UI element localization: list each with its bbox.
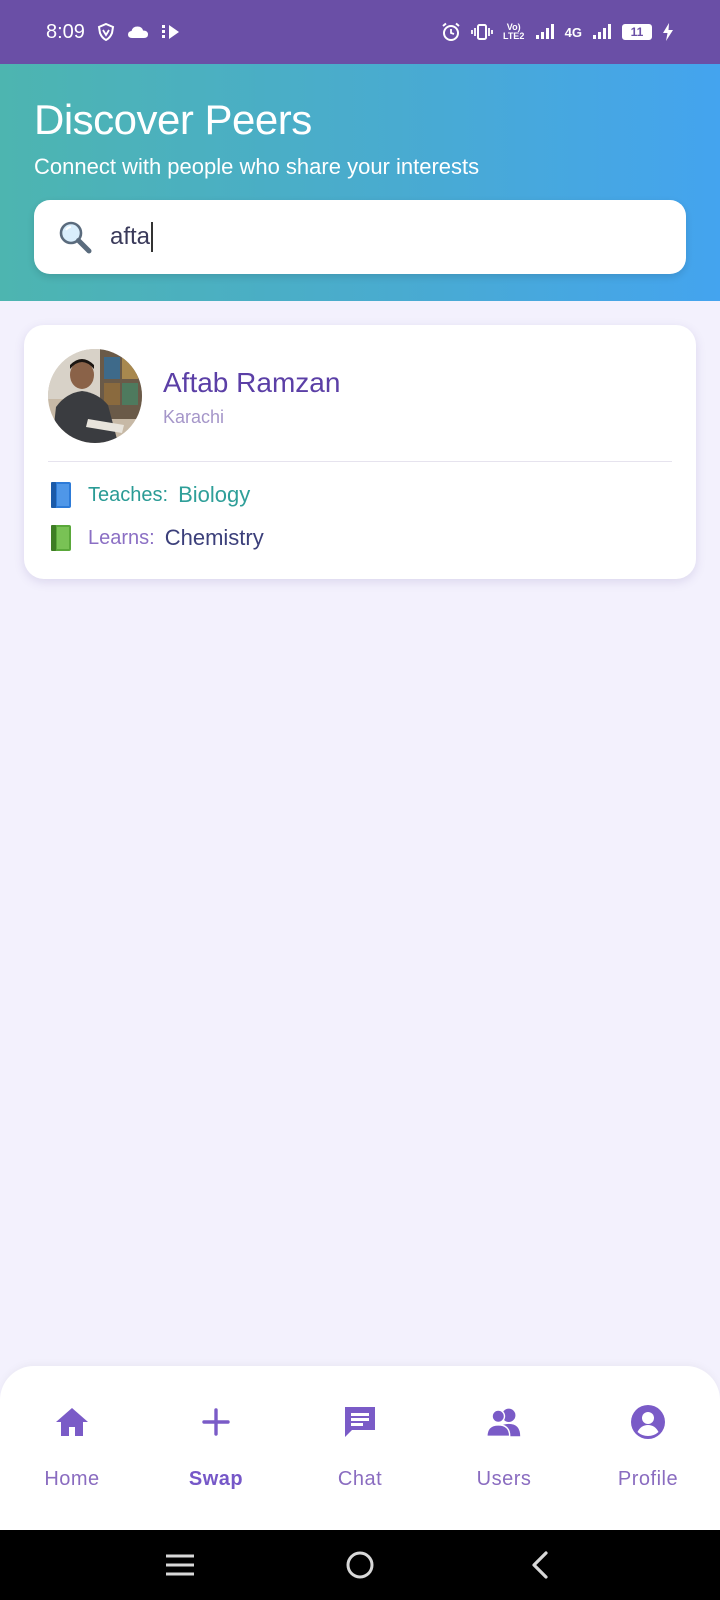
card-divider: [48, 461, 672, 462]
volte-label: Vo) LTE2: [502, 22, 525, 41]
search-box[interactable]: afta: [34, 200, 686, 274]
nav-home-label: Home: [44, 1468, 100, 1490]
signal-icon: [535, 24, 555, 40]
learns-value: Chemistry: [164, 525, 264, 550]
bottom-nav: Home Swap Chat Users Profile: [0, 1366, 720, 1530]
profile-icon: [628, 1402, 668, 1442]
alarm-icon: [441, 22, 461, 42]
text-caret: [151, 222, 154, 252]
media-icon: [161, 23, 181, 41]
nav-chat-label: Chat: [337, 1468, 383, 1490]
teaches-row: Teaches: Biology: [48, 481, 250, 509]
nav-swap[interactable]: Swap: [144, 1366, 288, 1530]
peer-card[interactable]: Aftab Ramzan Karachi Teaches: Biology Le…: [24, 325, 696, 579]
peer-name: Aftab Ramzan: [163, 367, 341, 398]
page-title: Discover Peers: [34, 96, 312, 143]
recent-apps-button[interactable]: [160, 1545, 200, 1585]
nav-home[interactable]: Home: [0, 1366, 144, 1530]
avatar: [48, 349, 142, 443]
chat-icon: [340, 1402, 380, 1442]
search-input[interactable]: afta: [110, 223, 150, 251]
nav-profile-label: Profile: [617, 1468, 679, 1490]
back-button[interactable]: [520, 1545, 560, 1585]
learns-row: Learns: Chemistry: [48, 524, 264, 552]
charging-bolt-icon: [662, 23, 674, 41]
green-book-icon: [48, 524, 74, 552]
home-button[interactable]: [340, 1545, 380, 1585]
teaches-label: Teaches:: [88, 483, 169, 506]
network-type-label: 4G: [564, 24, 582, 40]
nav-profile[interactable]: Profile: [576, 1366, 720, 1530]
learns-label: Learns:: [88, 526, 155, 549]
home-icon: [52, 1402, 92, 1442]
vpn-shield-icon: [97, 23, 115, 41]
nav-chat[interactable]: Chat: [288, 1366, 432, 1530]
cloud-icon: [127, 25, 149, 39]
page-subtitle: Connect with people who share your inter…: [34, 154, 480, 179]
battery-icon: 11: [622, 24, 652, 40]
signal-2-icon: [592, 24, 612, 40]
nav-users[interactable]: Users: [432, 1366, 576, 1530]
search-icon: [58, 220, 92, 254]
status-bar: 8:09 Vo) LTE2 4G 11: [0, 0, 720, 64]
discover-header: Discover Peers Connect with people who s…: [0, 64, 720, 301]
peer-city: Karachi: [163, 407, 225, 427]
system-nav-bar: [0, 1530, 720, 1600]
status-time: 8:09: [46, 20, 85, 43]
plus-icon: [196, 1402, 236, 1442]
teaches-value: Biology: [178, 482, 251, 507]
users-icon: [484, 1402, 524, 1442]
nav-swap-label: Swap: [188, 1468, 244, 1490]
nav-users-label: Users: [476, 1468, 532, 1490]
blue-book-icon: [48, 481, 74, 509]
vibrate-icon: [470, 23, 493, 41]
